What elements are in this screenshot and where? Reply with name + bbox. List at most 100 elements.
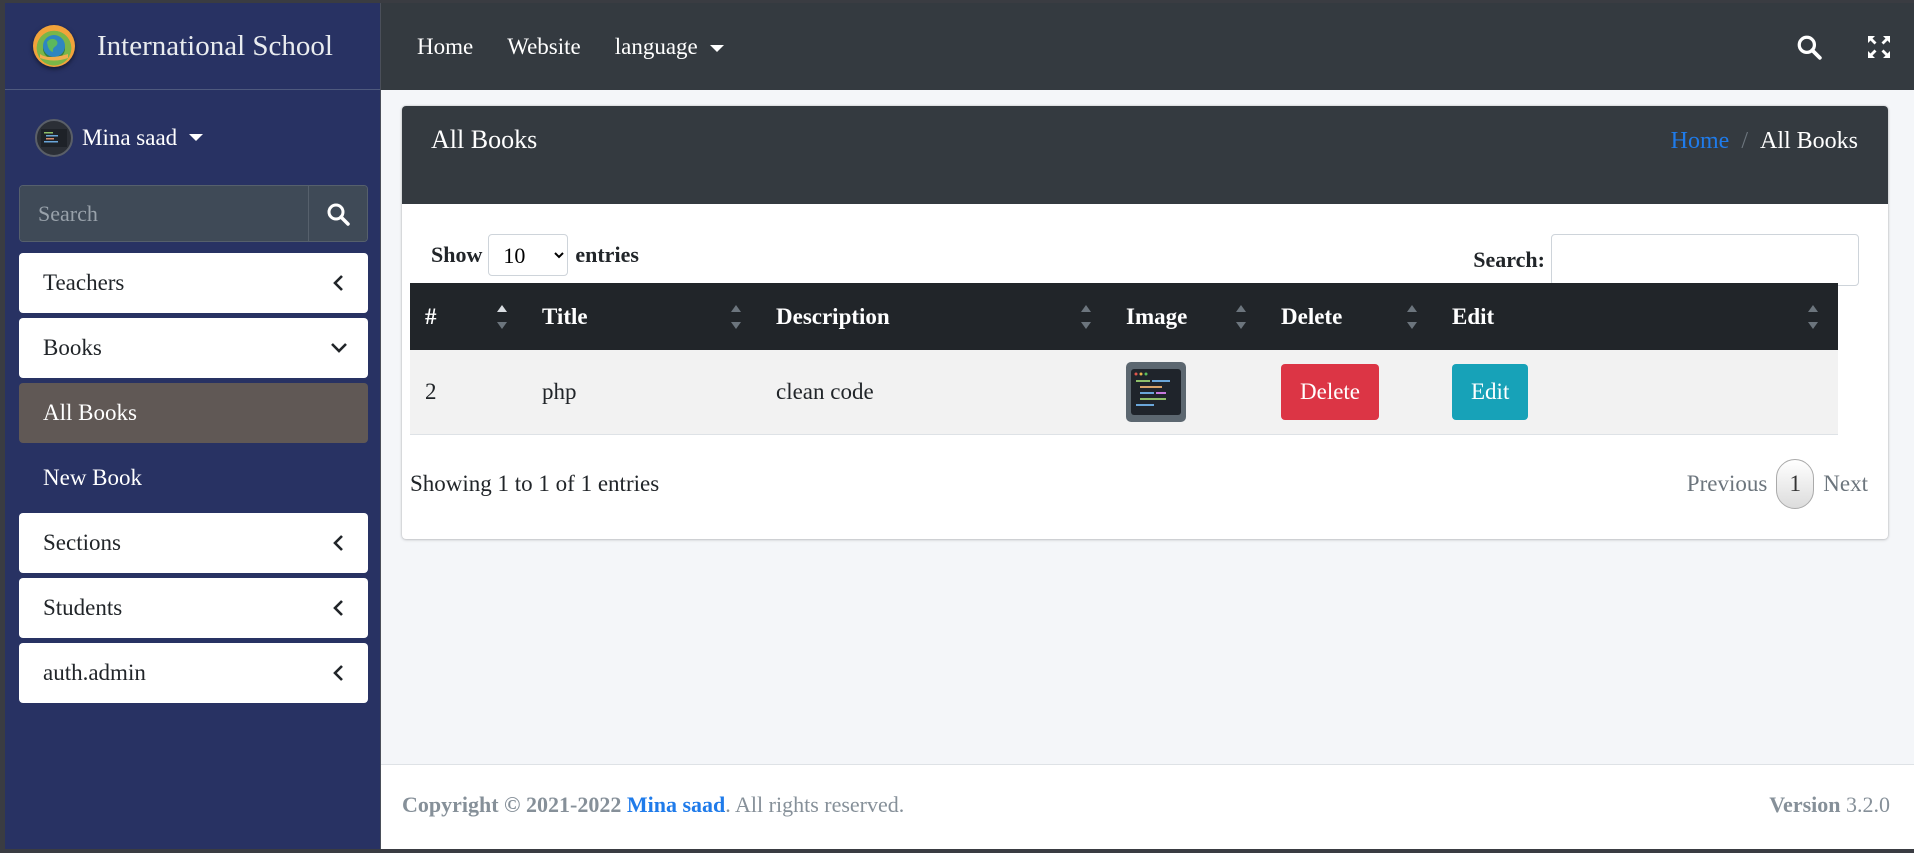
pagination-previous[interactable]: Previous [1687, 471, 1768, 497]
sidebar-item-auth-admin[interactable]: auth.admin [19, 643, 368, 703]
fullscreen-button[interactable] [1844, 3, 1914, 90]
nav-home-link[interactable]: Home [417, 34, 473, 60]
books-table: # Title Description Image Delete Edit 2 … [410, 283, 1838, 435]
entries-label: entries [575, 242, 639, 267]
breadcrumb-current: All Books [1759, 128, 1858, 154]
column-header-image[interactable]: Image [1111, 283, 1266, 350]
sidebar-item-sections[interactable]: Sections [19, 513, 368, 573]
brand-link[interactable]: International School [5, 3, 380, 90]
avatar [35, 118, 73, 157]
column-header-description[interactable]: Description [761, 283, 1111, 350]
pagination-next[interactable]: Next [1823, 471, 1868, 497]
search-icon [1797, 35, 1822, 60]
pagination: Previous 1 Next [1679, 459, 1876, 509]
user-panel[interactable]: Mina saad [5, 90, 380, 185]
cell-title: php [542, 378, 577, 404]
version-number: 3.2.0 [1846, 792, 1890, 817]
column-label: Description [776, 303, 890, 329]
column-label: Image [1126, 303, 1188, 329]
pagination-page-1[interactable]: 1 [1776, 459, 1815, 509]
sidebar-item-all-books[interactable]: All Books [19, 383, 368, 443]
breadcrumb: Home / All Books [1671, 128, 1858, 155]
breadcrumb-home-link[interactable]: Home [1671, 128, 1730, 155]
column-header-title[interactable]: Title [527, 283, 761, 350]
edit-button[interactable]: Edit [1452, 363, 1529, 420]
sidebar-item-label: Students [43, 595, 123, 620]
column-header-edit[interactable]: Edit [1437, 283, 1838, 350]
chevron-down-icon [331, 343, 347, 353]
page-size-control: Show 10 entries [431, 234, 639, 276]
column-header-id[interactable]: # [410, 283, 527, 350]
cell-edit: Edit [1437, 350, 1838, 434]
sidebar-item-label: Sections [43, 530, 121, 555]
footer-version: Version 3.2.0 [1769, 792, 1890, 818]
footer: Copyright © 2021-2022 Mina saad. All rig… [381, 764, 1914, 849]
sort-icon [497, 305, 507, 329]
sort-icon [1081, 305, 1091, 329]
sidebar-item-label: Teachers [43, 270, 125, 295]
column-label: Delete [1281, 303, 1343, 329]
sidebar-item-new-book[interactable]: New Book [19, 448, 368, 508]
breadcrumb-separator: / [1741, 128, 1748, 154]
cell-delete: Delete [1266, 350, 1437, 434]
sidebar-item-label: All Books [43, 400, 137, 425]
sort-icon [1407, 305, 1417, 329]
fullscreen-icon [1868, 35, 1890, 58]
sidebar-search-input[interactable] [20, 186, 308, 241]
sort-icon [1808, 305, 1818, 329]
content-wrapper: All Books Home / All Books Show 10 entri… [381, 90, 1914, 849]
sidebar-item-books[interactable]: Books [19, 318, 368, 378]
top-navbar: Home Website language [381, 3, 1914, 90]
brand-logo-icon [33, 25, 75, 67]
sort-icon [1236, 305, 1246, 329]
column-header-delete[interactable]: Delete [1266, 283, 1437, 350]
delete-button[interactable]: Delete [1281, 363, 1380, 420]
table-search: Search: [1473, 234, 1859, 286]
footer-copyright: Copyright © 2021-2022 Mina saad. All rig… [402, 792, 904, 818]
book-image [1131, 368, 1181, 415]
rights-text: . All rights reserved. [725, 792, 905, 817]
chevron-left-icon [333, 275, 343, 291]
cell-image [1111, 350, 1266, 434]
table-header-row: # Title Description Image Delete Edit [410, 283, 1838, 350]
book-thumbnail[interactable] [1126, 361, 1186, 422]
language-dropdown[interactable]: language [615, 34, 724, 60]
cell-description: clean code [776, 378, 874, 404]
sort-icon [731, 305, 741, 329]
table-info: Showing 1 to 1 of 1 entries [410, 471, 660, 496]
copyright-text: Copyright © 2021-2022 [402, 792, 622, 817]
page-title: All Books [431, 125, 538, 154]
sidebar-item-label: Books [43, 335, 102, 360]
sidebar: International School Mina saad Search Te… [5, 3, 381, 849]
sidebar-item-label: New Book [43, 465, 143, 490]
chevron-left-icon [333, 665, 343, 681]
footer-author-link[interactable]: Mina saad [627, 792, 725, 817]
app-window: International School Mina saad Search Te… [5, 3, 1914, 849]
navbar-right [1774, 3, 1914, 90]
language-label: language [614, 33, 698, 59]
chevron-down-icon [189, 134, 204, 141]
sidebar-item-label: auth.admin [43, 660, 146, 685]
version-label: Version [1769, 792, 1841, 817]
show-label: Show [431, 242, 483, 267]
search-icon [327, 203, 350, 226]
cell-id: 2 [425, 378, 437, 404]
page-size-select[interactable]: 10 [488, 234, 569, 276]
table-row: 2 php clean code Delete Edit [410, 350, 1838, 434]
chevron-down-icon [709, 44, 724, 52]
sidebar-search-button[interactable] [308, 186, 367, 241]
sidebar-search [19, 185, 368, 242]
sidebar-nav: Teachers Books All Books New Book Sectio… [5, 253, 380, 703]
sidebar-item-students[interactable]: Students [19, 578, 368, 638]
chevron-left-icon [333, 600, 343, 616]
nav-website-link[interactable]: Website [507, 34, 581, 60]
user-name: Mina saad [82, 124, 178, 150]
table-search-label: Search: [1473, 247, 1545, 272]
column-label: # [425, 303, 437, 329]
table-search-input[interactable] [1551, 234, 1859, 286]
brand-title: International School [97, 29, 333, 62]
column-label: Title [542, 303, 588, 329]
sidebar-item-teachers[interactable]: Teachers [19, 253, 368, 313]
navbar-search-button[interactable] [1774, 3, 1844, 90]
chevron-left-icon [333, 535, 343, 551]
